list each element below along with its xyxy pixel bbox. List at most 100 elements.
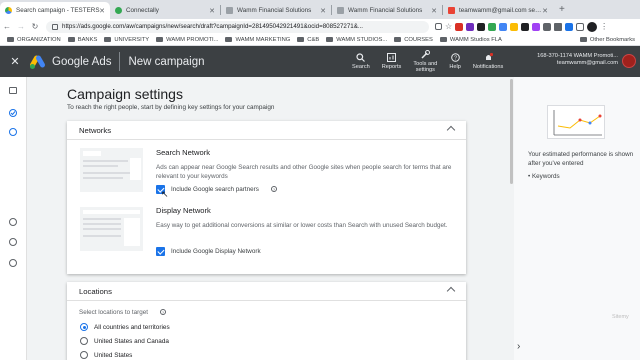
extension-icon[interactable]	[499, 22, 508, 31]
reload-icon[interactable]: ↻	[28, 22, 42, 31]
close-tab-icon[interactable]: ✕	[99, 7, 105, 15]
radio-label: United States and Canada	[94, 338, 169, 345]
help-icon[interactable]: ?	[271, 186, 277, 192]
close-icon[interactable]: ✕	[0, 55, 30, 68]
reports-button[interactable]: Reports	[376, 46, 408, 77]
tab-label: Connectally	[126, 7, 159, 14]
svg-text:?: ?	[454, 56, 457, 62]
extension-icon[interactable]	[510, 22, 519, 31]
step-circle-icon[interactable]	[9, 128, 17, 136]
browser-chrome: Search campaign - TESTERS ✕ Connectally …	[0, 0, 640, 46]
bookmark-folder[interactable]: WAMM MARKETING	[225, 37, 290, 43]
search-network-description: Ads can appear near Google Search result…	[156, 164, 452, 180]
google-ads-icon	[5, 7, 12, 14]
extension-icon[interactable]	[532, 22, 541, 31]
bookmark-folder[interactable]: BANKS	[67, 37, 97, 43]
extension-icon[interactable]	[488, 22, 497, 31]
search-button[interactable]: Search	[346, 46, 376, 77]
other-bookmarks[interactable]: Other Bookmarks	[579, 37, 635, 43]
puzzle-icon[interactable]	[554, 22, 563, 31]
back-icon[interactable]: ←	[0, 22, 14, 31]
url-text: https://ads.google.com/aw/campaigns/new/…	[62, 23, 363, 30]
browser-tab[interactable]: teamwamm@gmail.com sent y ✕	[443, 2, 553, 19]
bookmark-label: WAMM STUDIOS...	[336, 36, 388, 43]
extension-icon[interactable]	[466, 22, 475, 31]
sidebar-icon[interactable]	[576, 22, 585, 31]
browser-tab[interactable]: Connectally ✕	[110, 2, 220, 19]
address-bar-row: ← → ↻ https://ads.google.com/aw/campaign…	[0, 19, 640, 34]
url-field[interactable]: https://ads.google.com/aw/campaigns/new/…	[46, 20, 429, 33]
display-network-description: Easy way to get additional conversions a…	[156, 222, 448, 229]
close-tab-icon[interactable]: ✕	[209, 7, 215, 15]
close-tab-icon[interactable]: ✕	[431, 7, 437, 15]
radio-all-countries[interactable]	[80, 323, 88, 331]
new-tab-icon[interactable]: +	[553, 4, 571, 15]
bookmark-folder[interactable]: C&B	[297, 37, 319, 43]
page-heading: Campaign settings	[67, 86, 183, 102]
bell-icon	[484, 52, 493, 62]
account-info[interactable]: 168-370-1174 WAMM Promoti... teamwamm@gm…	[537, 53, 618, 67]
star-icon[interactable]: ☆	[445, 22, 452, 31]
browser-tab[interactable]: Wamm Financial Solutions ✕	[332, 2, 442, 19]
browser-tab[interactable]: Wamm Financial Solutions ✕	[221, 2, 331, 19]
main-content: Campaign settings To reach the right peo…	[27, 77, 513, 360]
bookmark-folder[interactable]: ORGANIZATION	[7, 37, 61, 43]
wrench-icon	[421, 50, 430, 59]
extension-icon[interactable]	[477, 22, 486, 31]
locations-prompt: Select locations to target	[79, 309, 148, 316]
networks-header[interactable]: Networks	[67, 121, 466, 140]
close-tab-icon[interactable]: ✕	[542, 7, 548, 15]
extension-icon[interactable]	[455, 22, 464, 31]
bookmark-folder[interactable]: WAMM STUDIOS...	[326, 37, 387, 43]
avatar[interactable]	[622, 54, 636, 68]
watermark: Sitemy	[612, 314, 629, 320]
folder-icon	[104, 37, 112, 42]
bookmark-folder[interactable]: COURSES	[394, 37, 433, 43]
scrollbar-thumb[interactable]	[510, 79, 513, 184]
extension-icon[interactable]	[543, 22, 552, 31]
document-icon[interactable]	[9, 87, 17, 94]
bookmarks-bar: ORGANIZATION BANKS UNIVERSITY WAMM PROMO…	[0, 34, 640, 46]
tools-settings-button[interactable]: Tools and settings	[407, 46, 443, 77]
bookmark-label: COURSES	[404, 36, 433, 43]
location-pin-icon	[115, 7, 122, 14]
radio-label: United States	[94, 352, 133, 359]
step-complete-icon[interactable]	[9, 109, 17, 117]
bookmark-folder[interactable]: UNIVERSITY	[104, 37, 149, 43]
extension-icon[interactable]	[521, 22, 530, 31]
bookmark-folder[interactable]: WAMM Studios FLA	[439, 37, 502, 43]
tab-label: Wamm Financial Solutions	[348, 7, 423, 14]
browser-tab[interactable]: Search campaign - TESTERS ✕	[0, 2, 110, 19]
help-icon: ?	[450, 53, 460, 62]
lock-icon	[52, 23, 58, 30]
profile-avatar-icon[interactable]	[587, 21, 598, 32]
close-tab-icon[interactable]: ✕	[320, 7, 326, 15]
chevron-right-icon[interactable]: ›	[517, 341, 520, 352]
folder-icon	[439, 37, 447, 42]
folder-icon	[297, 37, 305, 42]
extensions-bar: ☆ ⋮	[435, 21, 608, 32]
step-circle-icon[interactable]	[9, 238, 17, 246]
locations-header[interactable]: Locations	[67, 282, 466, 301]
step-circle-icon[interactable]	[9, 218, 17, 226]
bookmark-folder[interactable]: WAMM PROMOTI...	[156, 37, 218, 43]
help-button[interactable]: ? Help	[443, 46, 467, 77]
step-circle-icon[interactable]	[9, 259, 17, 267]
tool-label: Reports	[381, 64, 402, 70]
menu-kebab-icon[interactable]: ⋮	[600, 22, 608, 31]
radio-label: All countries and territories	[94, 324, 170, 331]
display-network-checkbox[interactable]	[156, 247, 165, 256]
mouse-cursor: ↖	[161, 189, 169, 199]
chevron-up-icon[interactable]	[446, 125, 456, 135]
folder-icon	[67, 37, 75, 42]
brand-name: Google Ads	[52, 55, 112, 68]
radio-us-canada[interactable]	[80, 337, 88, 345]
performance-chart-illustration	[547, 105, 605, 139]
help-icon[interactable]: ?	[160, 309, 166, 315]
extension-icon[interactable]	[565, 22, 574, 31]
notifications-button[interactable]: Notifications	[467, 46, 509, 77]
share-icon[interactable]	[435, 23, 442, 30]
radio-united-states[interactable]	[80, 351, 88, 359]
forward-icon[interactable]: →	[14, 22, 28, 31]
chevron-up-icon[interactable]	[446, 286, 456, 296]
